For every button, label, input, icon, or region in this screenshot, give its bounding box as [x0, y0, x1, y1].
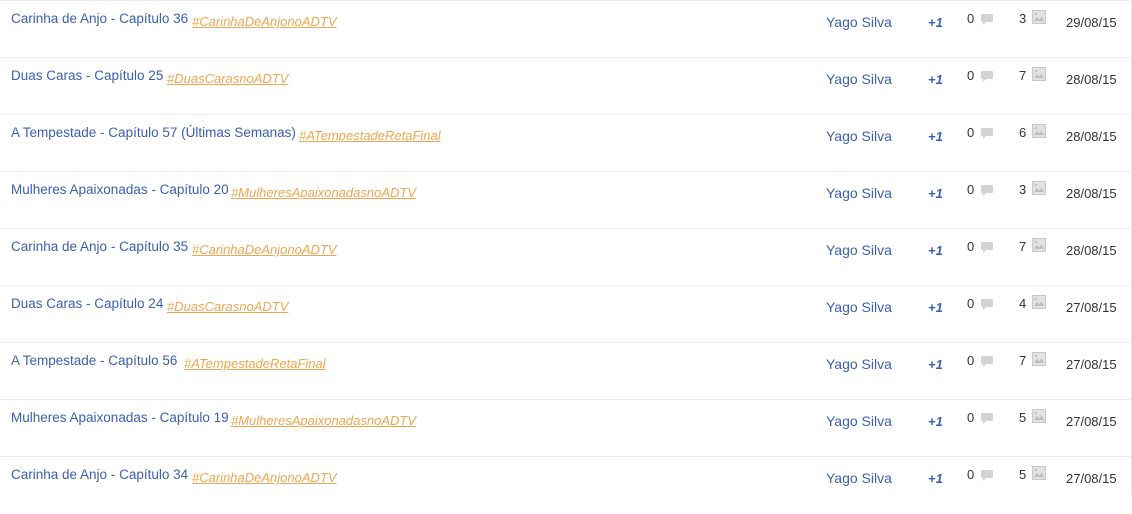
topic-hashtag-link[interactable]: #CarinhaDeAnjonoADTV: [192, 470, 337, 485]
topic-date: 27/08/15: [1066, 414, 1117, 429]
plus-one-button[interactable]: +1: [928, 15, 943, 30]
topic-date: 28/08/15: [1066, 129, 1117, 144]
image-count: 7: [1019, 239, 1027, 254]
topic-hashtag-link[interactable]: #CarinhaDeAnjonoADTV: [192, 14, 337, 29]
topic-title-link[interactable]: Mulheres Apaixonadas - Capítulo 20: [11, 182, 229, 197]
topic-hashtag-link[interactable]: #DuasCarasnoADTV: [167, 299, 288, 314]
topic-title-link[interactable]: Duas Caras - Capítulo 24: [11, 296, 163, 311]
comment-bubble-icon: [981, 128, 993, 139]
topic-date: 28/08/15: [1066, 72, 1117, 87]
image-count: 4: [1019, 296, 1027, 311]
topic-author-link[interactable]: Yago Silva: [826, 14, 892, 30]
image-icon: [1032, 409, 1046, 423]
comment-count: 0: [967, 353, 975, 368]
comment-count: 0: [967, 296, 975, 311]
image-icon: [1032, 181, 1046, 195]
topic-title-link[interactable]: Carinha de Anjo - Capítulo 35: [11, 239, 188, 254]
image-icon: [1032, 10, 1046, 24]
plus-one-button[interactable]: +1: [928, 414, 943, 429]
plus-one-button[interactable]: +1: [928, 357, 943, 372]
plus-one-button[interactable]: +1: [928, 243, 943, 258]
topic-date: 28/08/15: [1066, 243, 1117, 258]
comment-count: 0: [967, 410, 975, 425]
comment-bubble-icon: [981, 242, 993, 253]
topic-row: Carinha de Anjo - Capítulo 34 #CarinhaDe…: [0, 457, 1131, 514]
comment-bubble-icon: [981, 470, 993, 481]
image-icon: [1032, 466, 1046, 480]
topic-row: Carinha de Anjo - Capítulo 36 #CarinhaDe…: [0, 1, 1131, 58]
comment-bubble-icon: [981, 413, 993, 424]
topic-row: A Tempestade - Capítulo 56 #ATempestadeR…: [0, 343, 1131, 400]
comment-bubble-icon: [981, 14, 993, 25]
comment-count: 0: [967, 467, 975, 482]
topic-hashtag-link[interactable]: #MulheresApaixonadasnoADTV: [231, 185, 416, 200]
topic-author-link[interactable]: Yago Silva: [826, 470, 892, 486]
topic-hashtag-link[interactable]: #DuasCarasnoADTV: [167, 71, 288, 86]
topic-title-link[interactable]: A Tempestade - Capítulo 57 (Últimas Sema…: [11, 125, 296, 140]
image-count: 3: [1019, 11, 1027, 26]
comment-bubble-icon: [981, 71, 993, 82]
topic-author-link[interactable]: Yago Silva: [826, 413, 892, 429]
image-icon: [1032, 295, 1046, 309]
topic-hashtag-link[interactable]: #ATempestadeRetaFinal: [184, 356, 326, 371]
topic-date: 27/08/15: [1066, 300, 1117, 315]
comment-bubble-icon: [981, 356, 993, 367]
topic-hashtag-link[interactable]: #ATempestadeRetaFinal: [299, 128, 441, 143]
topic-title-link[interactable]: Carinha de Anjo - Capítulo 36: [11, 11, 188, 26]
topic-row: Duas Caras - Capítulo 25 #DuasCarasnoADT…: [0, 58, 1131, 115]
topic-author-link[interactable]: Yago Silva: [826, 242, 892, 258]
image-icon: [1032, 67, 1046, 81]
topic-hashtag-link[interactable]: #CarinhaDeAnjonoADTV: [192, 242, 337, 257]
topic-author-link[interactable]: Yago Silva: [826, 185, 892, 201]
topic-author-link[interactable]: Yago Silva: [826, 356, 892, 372]
comment-count: 0: [967, 182, 975, 197]
topic-row: A Tempestade - Capítulo 57 (Últimas Sema…: [0, 115, 1131, 172]
topic-date: 28/08/15: [1066, 186, 1117, 201]
topic-date: 29/08/15: [1066, 15, 1117, 30]
image-count: 7: [1019, 68, 1027, 83]
plus-one-button[interactable]: +1: [928, 186, 943, 201]
comment-count: 0: [967, 239, 975, 254]
topic-row: Mulheres Apaixonadas - Capítulo 19 #Mulh…: [0, 400, 1131, 457]
comment-count: 0: [967, 11, 975, 26]
topic-row: Carinha de Anjo - Capítulo 35 #CarinhaDe…: [0, 229, 1131, 286]
comment-count: 0: [967, 68, 975, 83]
topic-author-link[interactable]: Yago Silva: [826, 299, 892, 315]
image-count: 7: [1019, 353, 1027, 368]
topic-date: 27/08/15: [1066, 471, 1117, 486]
plus-one-button[interactable]: +1: [928, 300, 943, 315]
image-icon: [1032, 124, 1046, 138]
topic-title-link[interactable]: Carinha de Anjo - Capítulo 34: [11, 467, 188, 482]
topic-date: 27/08/15: [1066, 357, 1117, 372]
image-icon: [1032, 238, 1046, 252]
image-count: 6: [1019, 125, 1027, 140]
topic-row: Mulheres Apaixonadas - Capítulo 20 #Mulh…: [0, 172, 1131, 229]
comment-count: 0: [967, 125, 975, 140]
topic-author-link[interactable]: Yago Silva: [826, 128, 892, 144]
comment-bubble-icon: [981, 185, 993, 196]
plus-one-button[interactable]: +1: [928, 129, 943, 144]
image-count: 5: [1019, 467, 1027, 482]
plus-one-button[interactable]: +1: [928, 471, 943, 486]
topic-row: Duas Caras - Capítulo 24 #DuasCarasnoADT…: [0, 286, 1131, 343]
topic-title-link[interactable]: Duas Caras - Capítulo 25: [11, 68, 163, 83]
topic-hashtag-link[interactable]: #MulheresApaixonadasnoADTV: [231, 413, 416, 428]
image-icon: [1032, 352, 1046, 366]
topic-author-link[interactable]: Yago Silva: [826, 71, 892, 87]
image-count: 3: [1019, 182, 1027, 197]
topic-title-link[interactable]: Mulheres Apaixonadas - Capítulo 19: [11, 410, 229, 425]
comment-bubble-icon: [981, 299, 993, 310]
topic-title-link[interactable]: A Tempestade - Capítulo 56: [11, 353, 177, 368]
plus-one-button[interactable]: +1: [928, 72, 943, 87]
topic-list: Carinha de Anjo - Capítulo 36 #CarinhaDe…: [0, 0, 1132, 494]
image-count: 5: [1019, 410, 1027, 425]
